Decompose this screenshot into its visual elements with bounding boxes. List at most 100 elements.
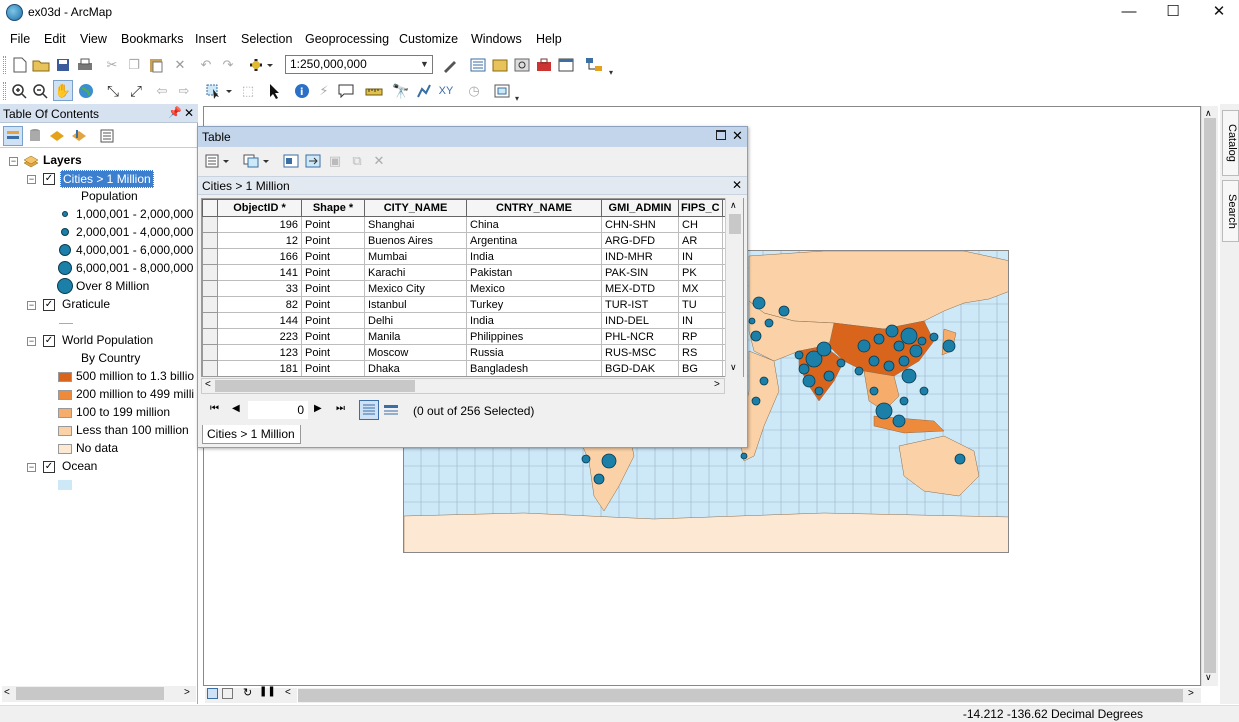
table-maximize-icon[interactable]	[716, 130, 726, 140]
table-cell[interactable]: IN	[678, 248, 723, 265]
list-by-visibility-icon[interactable]	[47, 126, 67, 146]
collapse-icon[interactable]: −	[27, 175, 36, 184]
table-close-icon[interactable]: ✕	[732, 128, 743, 144]
table-cell[interactable]: 144	[217, 312, 302, 329]
scroll-right-arrow-icon[interactable]: >	[184, 687, 190, 698]
identify-icon[interactable]: i	[292, 81, 312, 101]
menu-customize[interactable]: Customize	[399, 32, 458, 46]
table-cell[interactable]: Shanghai	[364, 216, 467, 233]
table-row[interactable]: 181PointDhakaBangladeshBGD-DAKBGN	[202, 360, 738, 376]
save-icon[interactable]	[53, 55, 73, 75]
layer-name-graticule[interactable]: Graticule	[62, 297, 110, 311]
clear-selection-icon[interactable]: ⬚	[238, 81, 258, 101]
layers-dataframe-label[interactable]: Layers	[43, 153, 82, 167]
switch-selection-icon[interactable]	[303, 151, 323, 171]
find-binoculars-icon[interactable]: 🔭	[391, 81, 411, 101]
previous-record-icon[interactable]: ◀	[232, 403, 240, 414]
table-cell[interactable]: PAK-SIN	[601, 264, 679, 281]
minimize-button[interactable]: —	[1106, 0, 1152, 26]
fixed-zoom-in-icon[interactable]: ⤡	[103, 81, 123, 101]
menu-insert[interactable]: Insert	[195, 32, 226, 46]
table-cell[interactable]: BGD-DAK	[601, 360, 679, 376]
toc-horizontal-scrollbar[interactable]: < >	[2, 686, 196, 702]
toc-close-icon[interactable]: ✕	[184, 106, 194, 120]
undo-icon[interactable]: ↶	[196, 55, 216, 75]
paste-icon[interactable]	[146, 55, 166, 75]
table-cell[interactable]: IN	[678, 312, 723, 329]
toc-options-icon[interactable]	[97, 126, 117, 146]
table-cell[interactable]: Mexico	[466, 280, 602, 297]
last-record-icon[interactable]: ⏭	[336, 403, 345, 414]
table-cell[interactable]: Philippines	[466, 328, 602, 345]
table-cell[interactable]: Point	[301, 296, 365, 313]
table-cell[interactable]: IND-MHR	[601, 248, 679, 265]
delete-selected-icon[interactable]: ✕	[369, 151, 389, 171]
table-cell[interactable]: Mumbai	[364, 248, 467, 265]
open-folder-icon[interactable]	[31, 55, 51, 75]
table-tab[interactable]: Cities > 1 Million	[202, 425, 301, 444]
scroll-down-arrow-icon[interactable]: ∨	[730, 362, 737, 373]
zoom-to-selected-icon[interactable]: ⧉	[347, 151, 367, 171]
table-row[interactable]: 223PointManilaPhilippinesPHL-NCRRPN	[202, 328, 738, 345]
map-vertical-scrollbar[interactable]: ∧ ∨	[1201, 106, 1218, 686]
hyperlink-icon[interactable]: ⚡	[314, 81, 334, 101]
column-header[interactable]: GMI_ADMIN	[601, 199, 679, 217]
table-cell[interactable]: Point	[301, 328, 365, 345]
scrollbar-thumb[interactable]	[215, 380, 415, 392]
select-by-attributes-icon[interactable]	[281, 151, 301, 171]
table-cell[interactable]: PK	[678, 264, 723, 281]
redo-icon[interactable]: ↷	[218, 55, 238, 75]
row-selector[interactable]	[202, 216, 218, 233]
table-cell[interactable]: BG	[678, 360, 723, 376]
scroll-right-arrow-icon[interactable]: >	[714, 379, 720, 390]
table-cell[interactable]: Dhaka	[364, 360, 467, 376]
table-cell[interactable]: RS	[678, 344, 723, 361]
row-selector-header[interactable]	[202, 199, 218, 217]
related-tables-icon[interactable]	[242, 151, 272, 171]
table-cell[interactable]: Istanbul	[364, 296, 467, 313]
scroll-up-arrow-icon[interactable]: ∧	[730, 200, 737, 211]
full-extent-globe-icon[interactable]	[76, 81, 96, 101]
scrollbar-thumb[interactable]	[1204, 118, 1216, 673]
editor-toolbar-icon[interactable]	[440, 55, 460, 75]
layer-name-ocean[interactable]: Ocean	[62, 459, 97, 473]
table-layer-close-icon[interactable]: ✕	[732, 178, 742, 192]
table-cell[interactable]: Argentina	[466, 232, 602, 249]
toc-window-icon[interactable]	[468, 55, 488, 75]
menu-bookmarks[interactable]: Bookmarks	[121, 32, 184, 46]
collapse-icon[interactable]: −	[9, 157, 18, 166]
column-header[interactable]: FIPS_C	[678, 199, 723, 217]
map-horizontal-scrollbar[interactable]: >	[298, 688, 1201, 703]
table-cell[interactable]: 33	[217, 280, 302, 297]
collapse-icon[interactable]: −	[27, 337, 36, 346]
scrollbar-thumb[interactable]	[729, 214, 741, 234]
pause-drawing-icon[interactable]: ❚❚	[259, 686, 276, 697]
row-selector[interactable]	[202, 296, 218, 313]
table-cell[interactable]: Karachi	[364, 264, 467, 281]
table-row[interactable]: 141PointKarachiPakistanPAK-SINPKP	[202, 264, 738, 281]
table-cell[interactable]: Point	[301, 216, 365, 233]
table-cell[interactable]: Point	[301, 344, 365, 361]
list-by-selection-icon[interactable]	[69, 126, 89, 146]
menu-geoprocessing[interactable]: Geoprocessing	[305, 32, 389, 46]
layer-visibility-checkbox[interactable]: ✓	[43, 335, 55, 347]
maximize-button[interactable]: ☐	[1150, 0, 1196, 26]
table-cell[interactable]: Point	[301, 248, 365, 265]
show-selected-records-icon[interactable]	[382, 401, 400, 419]
table-cell[interactable]: Buenos Aires	[364, 232, 467, 249]
copy-icon[interactable]: ❐	[124, 55, 144, 75]
scroll-left-arrow-icon[interactable]: <	[285, 687, 291, 698]
table-cell[interactable]: RUS-MSC	[601, 344, 679, 361]
column-header[interactable]: CNTRY_NAME	[466, 199, 602, 217]
table-cell[interactable]: MEX-DTD	[601, 280, 679, 297]
row-selector[interactable]	[202, 360, 218, 376]
search-side-tab[interactable]: Search	[1222, 180, 1239, 242]
table-cell[interactable]: AR	[678, 232, 723, 249]
table-cell[interactable]: PHL-NCR	[601, 328, 679, 345]
toolbar-options-icon[interactable]: ▾	[512, 88, 522, 108]
layout-view-icon[interactable]	[222, 688, 233, 699]
table-cell[interactable]: IND-DEL	[601, 312, 679, 329]
table-cell[interactable]: Point	[301, 280, 365, 297]
refresh-icon[interactable]: ↻	[243, 686, 252, 699]
table-cell[interactable]: Pakistan	[466, 264, 602, 281]
